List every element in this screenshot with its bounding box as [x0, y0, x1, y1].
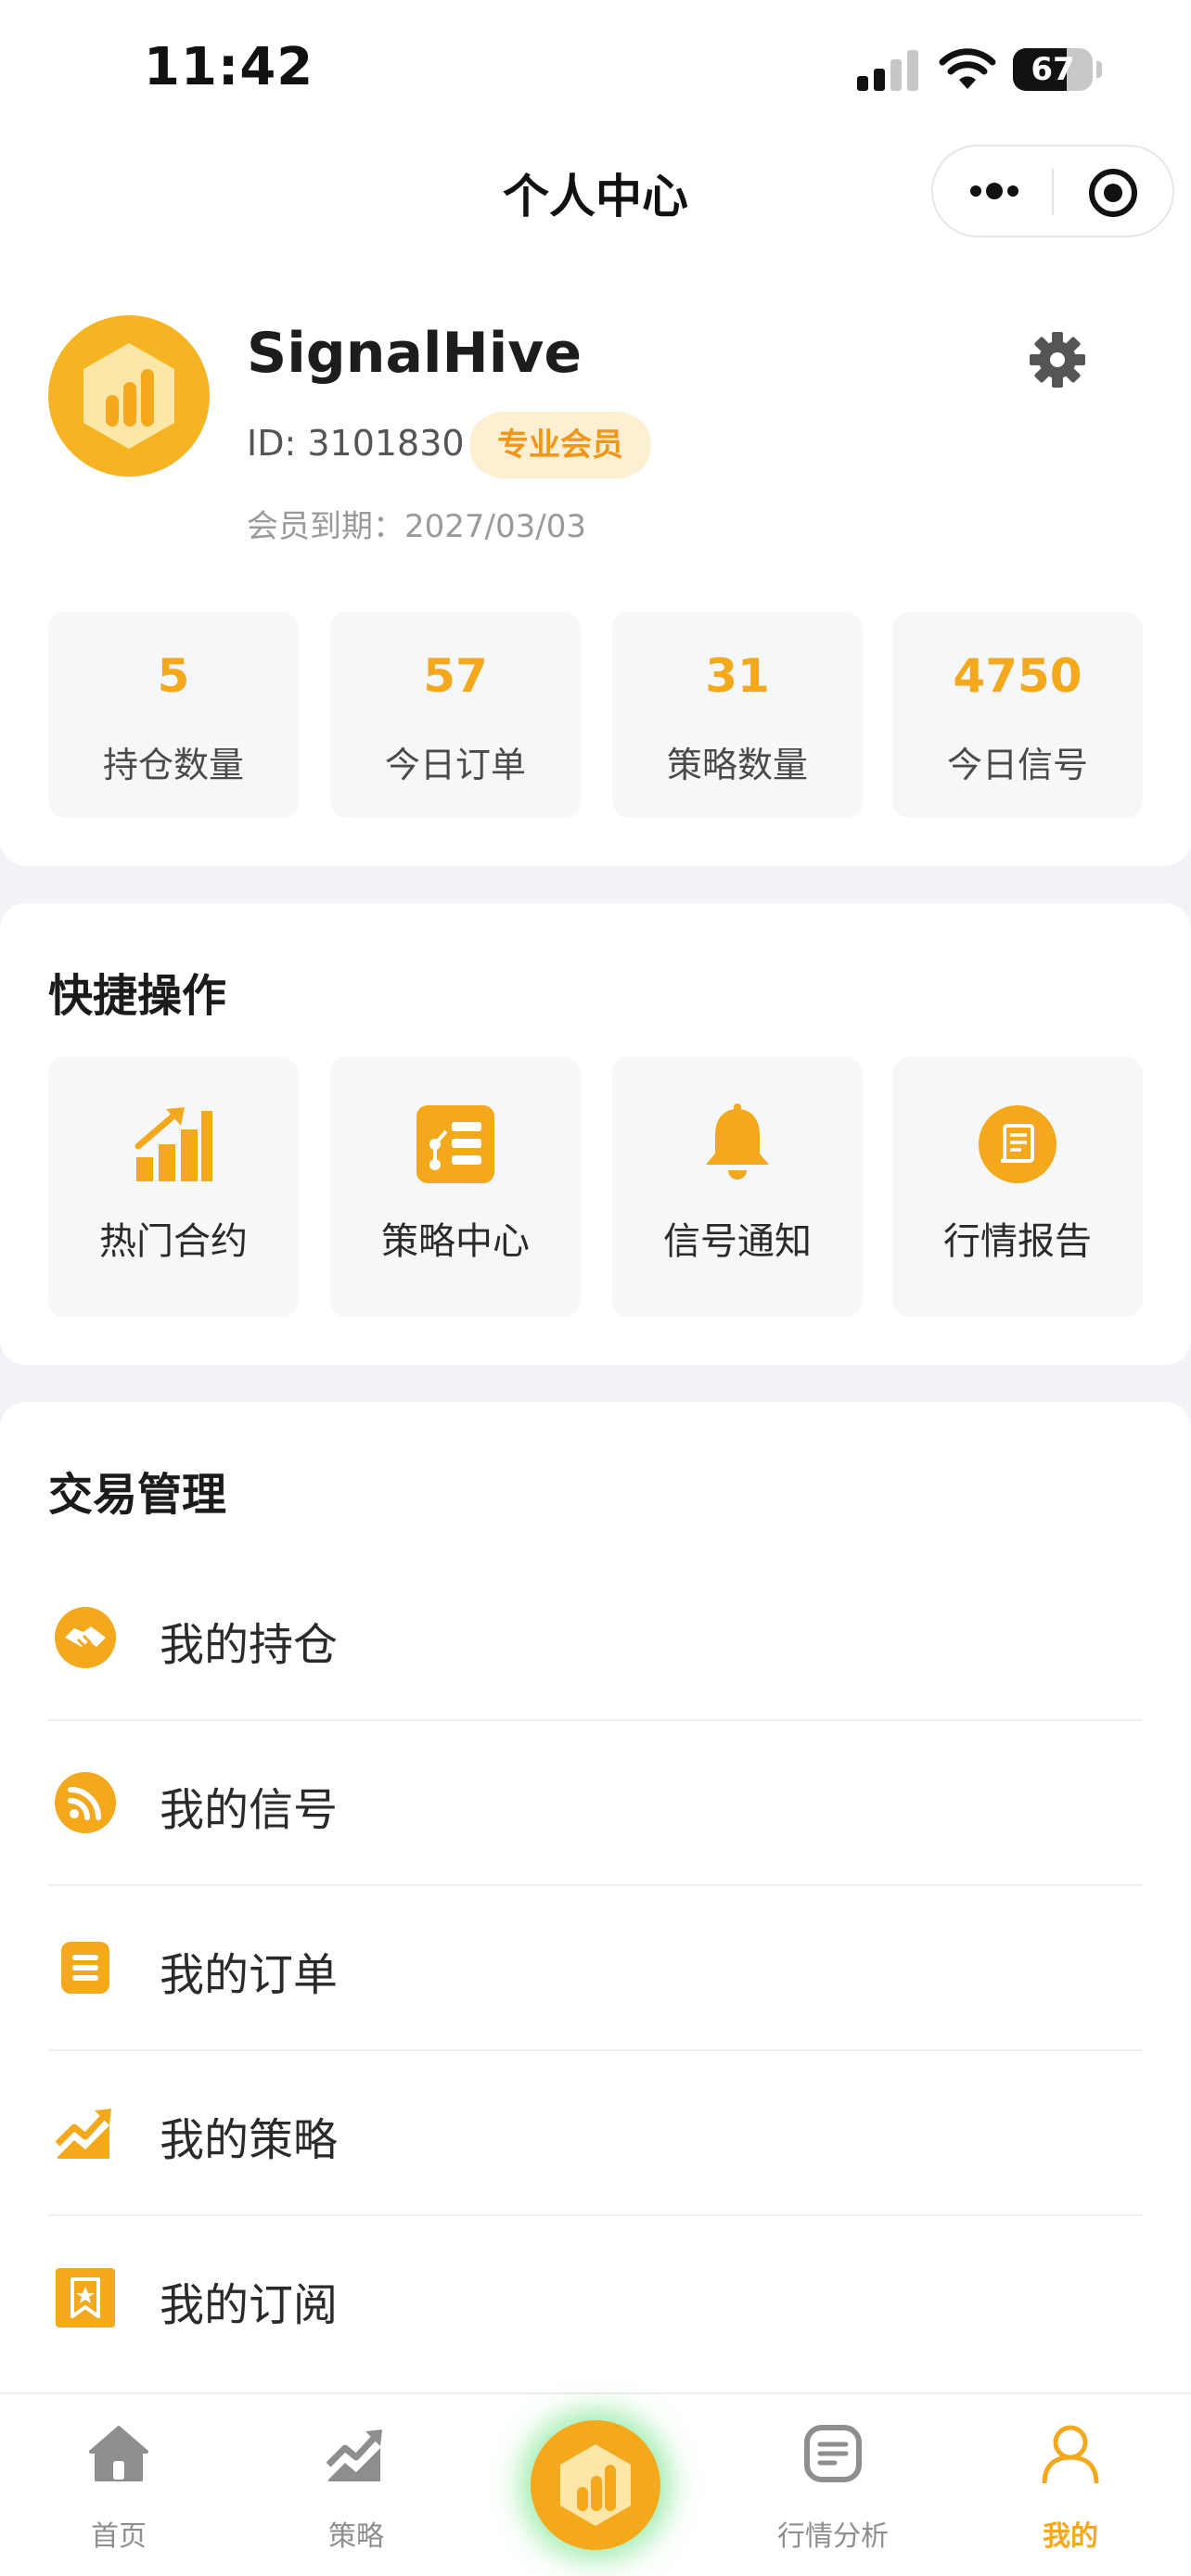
strategy-icon	[416, 1105, 494, 1183]
quick-hot-contracts[interactable]: 热门合约	[48, 1057, 299, 1317]
stat-label: 策略数量	[666, 745, 808, 785]
tab-label: 首页	[91, 2520, 147, 2553]
quick-label: 策略中心	[381, 1220, 530, 1263]
menu-label: 我的策略	[160, 2114, 339, 2166]
trade-management-title: 交易管理	[48, 1469, 227, 1521]
stat-value: 5	[157, 649, 190, 703]
status-bar: 11:42 67	[0, 0, 1191, 139]
tab-strategy[interactable]: 策略	[263, 2394, 449, 2576]
center-logo-button[interactable]	[531, 2420, 660, 2550]
capsule-divider	[1052, 169, 1054, 215]
quick-label: 热门合约	[99, 1220, 248, 1263]
list-icon	[61, 1942, 109, 1994]
user-id: ID: 3101830	[247, 423, 465, 464]
rss-icon	[55, 1772, 116, 1833]
membership-badge: 专业会员	[469, 412, 651, 478]
report-icon	[979, 1105, 1057, 1183]
stat-value: 31	[705, 649, 770, 703]
tab-mine[interactable]: 我的	[978, 2394, 1163, 2576]
stat-label: 今日订单	[384, 745, 526, 785]
quick-market-report[interactable]: 行情报告	[892, 1057, 1143, 1317]
menu-my-orders[interactable]: 我的订单	[48, 1886, 1143, 2051]
quick-label: 行情报告	[943, 1220, 1092, 1263]
tab-market-analysis[interactable]: 行情分析	[740, 2394, 926, 2576]
menu-my-strategies[interactable]: 我的策略	[48, 2051, 1143, 2216]
stat-positions[interactable]: 5 持仓数量	[48, 612, 299, 818]
battery-percent: 67	[1031, 51, 1075, 88]
stat-label: 今日信号	[946, 745, 1088, 785]
menu-my-subscriptions[interactable]: 我的订阅	[48, 2216, 1143, 2381]
document-icon	[804, 2425, 862, 2482]
stat-label: 持仓数量	[102, 745, 244, 785]
stat-orders-today[interactable]: 57 今日订单	[330, 612, 581, 818]
cellular-signal-icon	[857, 50, 918, 91]
menu-label: 我的信号	[160, 1784, 339, 1836]
tab-label: 行情分析	[777, 2520, 889, 2553]
rising-bars-icon	[134, 1107, 212, 1181]
stat-signals-today[interactable]: 4750 今日信号	[892, 612, 1143, 818]
quick-actions-title: 快捷操作	[48, 970, 227, 1022]
logo-icon	[560, 2444, 631, 2526]
username: SignalHive	[247, 321, 583, 386]
tab-label: 策略	[328, 2520, 384, 2553]
bookmark-star-icon	[56, 2268, 115, 2327]
battery-indicator: 67	[1013, 48, 1102, 91]
quick-label: 信号通知	[663, 1220, 812, 1263]
trend-icon	[55, 2109, 111, 2159]
menu-my-positions[interactable]: 我的持仓	[48, 1556, 1143, 1721]
menu-label: 我的订单	[160, 1949, 339, 2001]
quick-signal-notify[interactable]: 信号通知	[612, 1057, 863, 1317]
user-icon	[1042, 2425, 1099, 2484]
bell-icon	[706, 1103, 769, 1180]
handshake-icon	[55, 1607, 116, 1668]
home-icon	[89, 2426, 148, 2481]
membership-expiry: 会员到期：2027/03/03	[247, 508, 586, 545]
menu-my-signals[interactable]: 我的信号	[48, 1721, 1143, 1886]
menu-label: 我的订阅	[160, 2279, 339, 2331]
chart-icon	[326, 2429, 382, 2481]
stat-value: 57	[423, 649, 488, 703]
status-time: 11:42	[144, 37, 314, 97]
stat-strategies[interactable]: 31 策略数量	[612, 612, 863, 818]
quick-strategy-center[interactable]: 策略中心	[330, 1057, 581, 1317]
menu-label: 我的持仓	[160, 1619, 339, 1671]
tab-home[interactable]: 首页	[26, 2394, 211, 2576]
wifi-icon	[939, 48, 996, 89]
logo-icon	[83, 343, 174, 449]
tab-label: 我的	[1043, 2520, 1098, 2553]
stat-value: 4750	[953, 649, 1082, 703]
close-target-icon[interactable]	[1087, 167, 1139, 219]
more-icon[interactable]	[967, 171, 1022, 211]
avatar[interactable]	[48, 315, 210, 477]
mini-program-capsule	[931, 145, 1174, 237]
gear-icon[interactable]	[1026, 328, 1089, 391]
